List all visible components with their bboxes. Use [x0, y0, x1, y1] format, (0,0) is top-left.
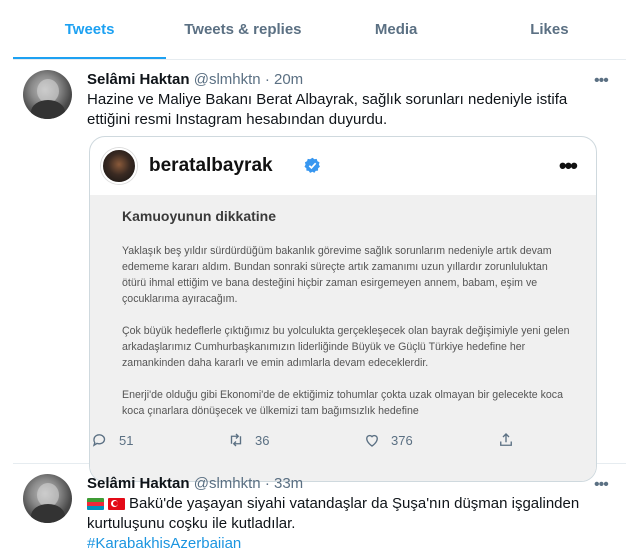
author-handle[interactable]: @slmhktn — [194, 71, 261, 88]
doc-title: Kamuoyunun dikkatine — [122, 208, 277, 224]
author-name[interactable]: Selâmi Haktan — [87, 475, 190, 492]
reply-icon — [92, 434, 106, 447]
tweet-time[interactable]: 20m — [274, 71, 303, 88]
tab-likes[interactable]: Likes — [473, 0, 626, 59]
tab-tweets-replies[interactable]: Tweets & replies — [166, 0, 319, 59]
tweet-header: Selâmi Haktan @slmhktn · 33m — [87, 474, 303, 494]
hashtag-link[interactable]: #KarabakhisAzerbaijan — [87, 535, 241, 548]
like-count: 376 — [391, 432, 413, 448]
more-icon[interactable]: ••• — [594, 72, 614, 89]
share-button[interactable] — [497, 431, 515, 449]
separator-dot: · — [264, 71, 270, 88]
reply-button[interactable]: 51 — [91, 431, 133, 449]
tweet[interactable]: Selâmi Haktan @slmhktn · 20m ••• Hazine … — [13, 60, 626, 482]
tweet-text-block: Bakü'de yaşayan siyahi vatandaşlar da Şu… — [87, 494, 607, 548]
author-name[interactable]: Selâmi Haktan — [87, 71, 190, 88]
avatar[interactable] — [23, 474, 72, 523]
instagram-more-icon: ••• — [558, 153, 578, 178]
reply-count: 51 — [119, 432, 134, 448]
tweet[interactable]: Selâmi Haktan @slmhktn · 33m ••• Bakü'de… — [13, 464, 626, 548]
tweet-text: Hazine ve Maliye Bakanı Berat Albayrak, … — [87, 91, 568, 128]
share-icon — [500, 433, 512, 446]
more-icon[interactable]: ••• — [594, 476, 614, 493]
profile-tabs: Tweets Tweets & replies Media Likes — [13, 0, 626, 60]
author-handle[interactable]: @slmhktn — [194, 475, 261, 492]
tweet-time[interactable]: 33m — [274, 475, 303, 492]
avatar[interactable] — [23, 70, 72, 119]
tweet-actions: 51 36 376 — [87, 431, 512, 453]
tweet-header: Selâmi Haktan @slmhktn · 20m — [87, 70, 303, 90]
doc-paragraph: Yaklaşık beş yıldır sürdürdüğüm bakanlık… — [122, 245, 552, 305]
verified-icon — [304, 157, 320, 173]
instagram-avatar — [101, 148, 137, 184]
like-icon — [366, 434, 378, 447]
tweet-text: Bakü'de yaşayan siyahi vatandaşlar da Şu… — [87, 495, 580, 532]
turkey-flag-icon — [108, 498, 125, 510]
doc-paragraph: Çok büyük hedeflerle çıktığımız bu yolcu… — [122, 325, 570, 369]
retweet-count: 36 — [255, 432, 270, 448]
like-button[interactable]: 376 — [363, 431, 413, 449]
retweet-icon — [230, 433, 242, 447]
azerbaijan-flag-icon — [87, 498, 104, 510]
tab-tweets[interactable]: Tweets — [13, 0, 167, 59]
separator-dot: · — [264, 475, 270, 492]
instagram-header: beratalbayrak ••• — [90, 137, 596, 195]
flags — [87, 498, 125, 510]
instagram-account: beratalbayrak — [149, 155, 273, 176]
tab-media[interactable]: Media — [320, 0, 473, 59]
retweet-button[interactable]: 36 — [227, 431, 269, 449]
doc-paragraph: Enerji'de olduğu gibi Ekonomi'de de ekti… — [122, 389, 563, 417]
